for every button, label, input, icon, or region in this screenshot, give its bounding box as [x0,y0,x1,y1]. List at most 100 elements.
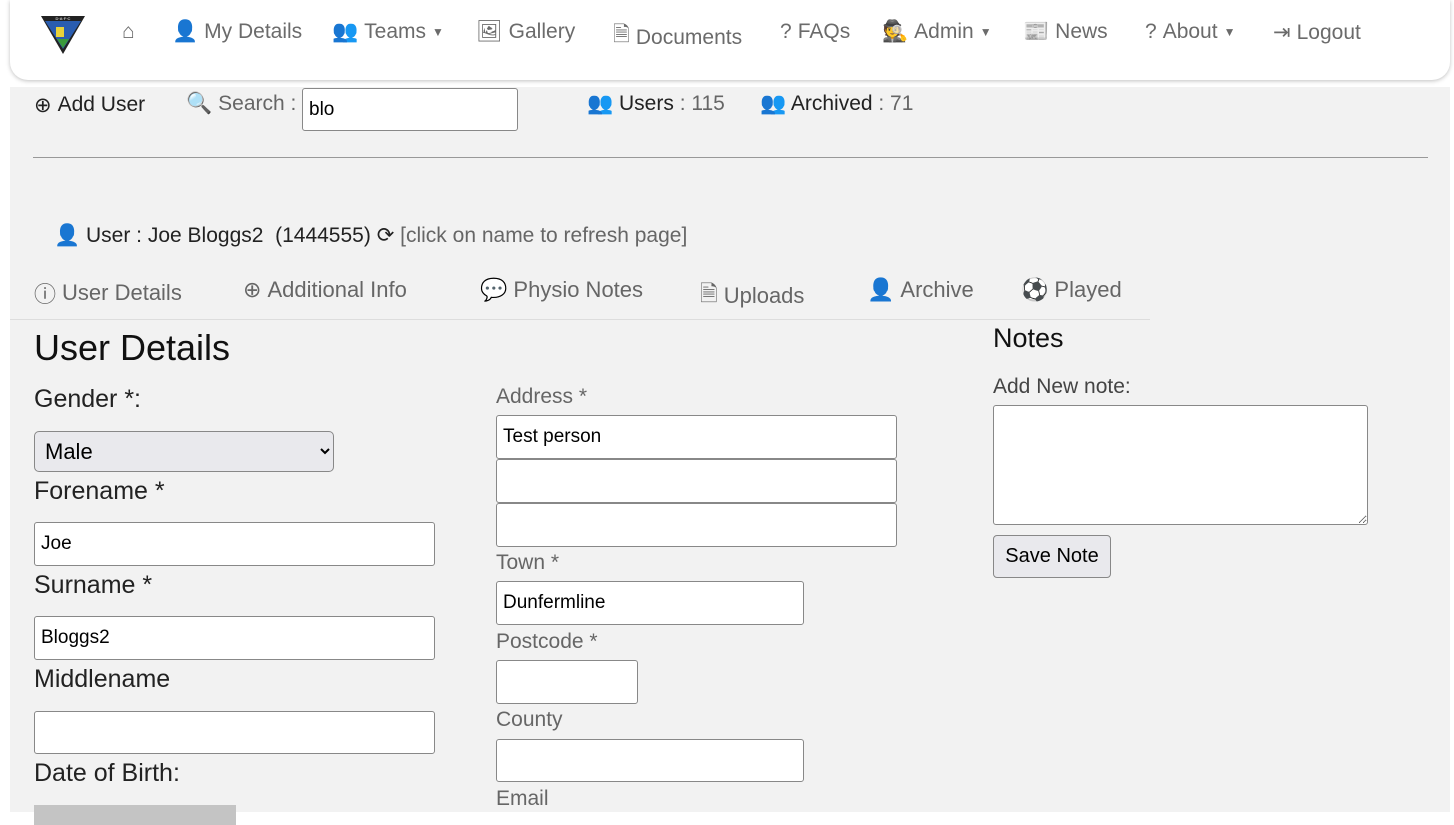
dob-label: Date of Birth: [34,759,180,787]
users-icon: 👥 [760,92,787,115]
add-note-label: Add New note: [993,375,1131,398]
top-navbar: D·A·F·C ⌂ 👤 My Details 👥 Teams ▼ 🖼 Gallery 🗎… [10,0,1450,80]
nav-admin[interactable]: 🕵 Admin ▼ [882,20,992,44]
nav-news[interactable]: 📰 News [1023,20,1108,44]
forename-input[interactable] [34,522,435,566]
plus-circle-icon: ⊕ [243,277,262,302]
tab-label: Archive [900,277,974,302]
search-label-text: Search : [218,92,297,115]
town-label: Town * [496,551,560,574]
tab-label: Physio Notes [513,277,644,302]
tab-physio-notes[interactable]: 💬 Physio Notes [480,277,643,303]
nav-teams[interactable]: 👥 Teams ▼ [332,20,444,44]
nav-gallery[interactable]: 🖼 Gallery [476,20,575,44]
file-icon: 🗎 [700,281,718,306]
nav-label: Admin [914,20,974,43]
county-label: County [496,708,563,731]
comments-icon: 💬 [480,277,508,302]
user-icon: 👤 [172,20,199,43]
search-icon: 🔍 [186,92,213,115]
section-title: User Details [34,327,231,368]
tab-played[interactable]: ⚽ Played [1021,277,1122,303]
sign-out-icon: ⇥ [1273,21,1291,44]
tab-label: Played [1054,277,1122,302]
address-line1-input[interactable] [496,415,897,459]
search-input[interactable] [302,88,518,131]
nav-logout[interactable]: ⇥ Logout [1273,20,1361,45]
tab-label: User Details [62,280,182,305]
nav-label: News [1055,20,1108,43]
archived-count[interactable]: 👥 Archived : 71 [760,92,913,116]
dob-picker[interactable] [34,805,236,825]
nav-label: Logout [1296,20,1361,44]
question-icon: ? [1145,20,1157,43]
tab-additional-info[interactable]: ⊕ Additional Info [243,277,407,303]
address-line2-input[interactable] [496,459,897,503]
user-icon: 👤 [54,224,81,247]
tab-label: Additional Info [267,277,407,302]
new-note-textarea[interactable] [993,405,1368,525]
caret-down-icon: ▼ [432,25,444,39]
address-label: Address * [496,385,588,408]
refresh-icon: ⟳ [376,224,395,247]
nav-home[interactable]: ⌂ [122,20,135,44]
gender-select[interactable]: Male [34,431,334,472]
save-note-button[interactable]: Save Note [993,535,1111,578]
add-user-button[interactable]: ⊕ Add User [34,93,145,118]
caret-down-icon: ▼ [979,25,992,39]
gender-label: Gender *: [34,385,142,413]
nav-label: About [1162,20,1218,43]
caret-down-icon: ▼ [1223,25,1236,39]
users-count-value: : 115 [679,92,725,115]
tab-label: Uploads [723,283,805,308]
nav-documents[interactable]: 🗎 Documents [613,20,742,55]
refresh-hint: [click on name to refresh page] [400,224,688,247]
postcode-label: Postcode * [496,630,598,653]
user-icon: 👤 [867,277,895,302]
tab-user-details[interactable]: ⓘ User Details [34,277,182,309]
postcode-input[interactable] [496,660,638,704]
image-icon: 🖼 [476,20,503,43]
plus-circle-icon: ⊕ [34,94,52,117]
forename-label: Forename * [34,477,165,505]
football-icon: ⚽ [1021,277,1049,302]
user-name: User : Joe Bloggs2 (1444555) [86,224,371,247]
svg-text:D·A·F·C: D·A·F·C [56,16,71,21]
current-user-link[interactable]: 👤 User : Joe Bloggs2 (1444555) ⟳ [click … [54,223,687,248]
nav-label: Documents [635,25,743,49]
add-user-label: Add User [57,93,146,116]
middlename-input[interactable] [34,711,435,754]
club-logo[interactable]: D·A·F·C [40,15,86,55]
divider [33,157,1428,158]
nav-label: My Details [204,20,303,43]
users-label: Users [619,92,674,115]
notes-title: Notes [993,323,1064,353]
info-circle-icon: ⓘ [34,282,57,307]
question-icon: ? [780,20,792,43]
users-icon: 👥 [332,20,359,43]
users-count[interactable]: 👥 Users : 115 [587,92,725,116]
nav-label: Teams [364,20,427,43]
surname-input[interactable] [34,616,435,660]
file-icon: 🗎 [613,23,630,46]
user-secret-icon: 🕵 [882,20,909,43]
main-content: ⊕Add User 🔍Search : 👥 Users : 115 👥 Arch… [10,87,1450,825]
nav-label: Gallery [508,20,576,43]
newspaper-icon: 📰 [1023,20,1050,43]
archived-label: Archived [790,92,873,115]
town-input[interactable] [496,581,804,625]
surname-label: Surname * [34,571,153,599]
address-line3-input[interactable] [496,503,897,547]
county-input[interactable] [496,739,804,782]
tabs-divider [10,319,1150,320]
nav-label: FAQs [797,20,851,43]
tab-uploads[interactable]: 🗎 Uploads [700,277,804,315]
tab-archive[interactable]: 👤 Archive [867,277,974,303]
nav-about[interactable]: ? About ▼ [1145,20,1235,44]
nav-faqs[interactable]: ? FAQs [780,20,850,44]
users-icon: 👥 [587,92,614,115]
archived-count-value: : 71 [878,92,914,115]
nav-my-details[interactable]: 👤 My Details [172,20,302,44]
email-label: Email [496,787,549,810]
middlename-label: Middlename [34,665,171,693]
